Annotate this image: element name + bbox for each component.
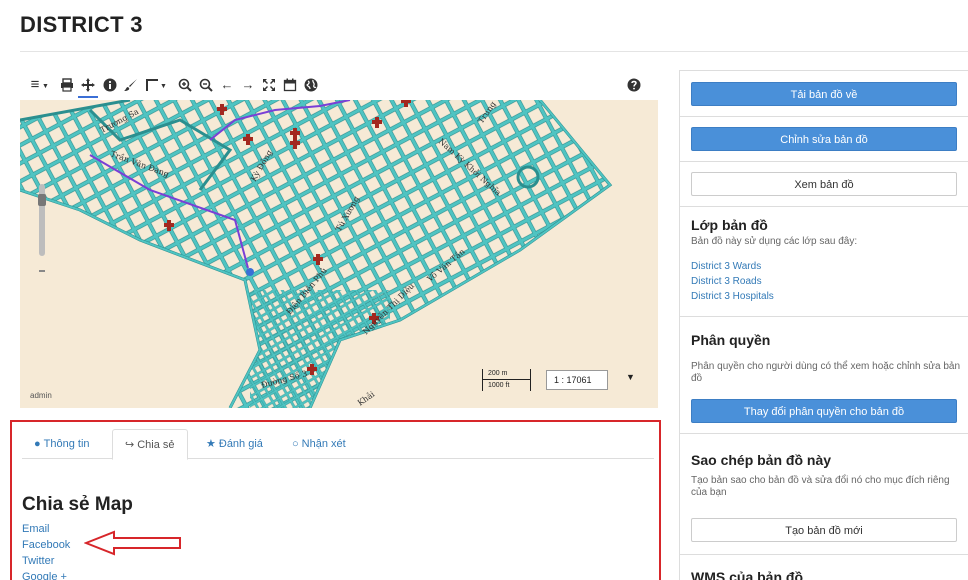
tab-label: Nhận xét: [301, 438, 346, 450]
scale-select[interactable]: 1 : 17061: [546, 370, 608, 390]
layer-link-roads[interactable]: District 3 Roads: [691, 276, 762, 287]
map-credit: admin: [30, 391, 52, 400]
download-map-button[interactable]: Tải bản đồ về: [691, 82, 957, 106]
tab-label: Đánh giá: [218, 438, 263, 450]
sidebar: Tải bản đồ về Chỉnh sửa bản đồ Xem bản đ…: [679, 70, 968, 580]
annotation-arrow-icon: [84, 530, 181, 556]
scale-bar: 200 m 1000 ft: [482, 368, 536, 392]
page-title: DISTRICT 3: [20, 12, 143, 37]
copy-heading: Sao chép bản đồ này: [691, 452, 832, 468]
measure-icon[interactable]: [145, 78, 159, 92]
map-canvas[interactable]: Trương Sa Trần Văn Đang Kỳ Đồng Tú Xương…: [20, 100, 658, 408]
fullscreen-icon[interactable]: [262, 78, 276, 92]
share-link-twitter[interactable]: Twitter: [22, 555, 54, 567]
scale-bottom-label: 1000 ft: [488, 382, 510, 389]
help-icon[interactable]: [627, 78, 641, 92]
share-panel: ● Thông tin ↪ Chia sẻ ★ Đánh giá ○ Nhận xét …: [10, 420, 661, 580]
star-icon: ★: [206, 438, 216, 450]
zoom-out-icon[interactable]: [199, 78, 213, 92]
zoom-in-icon[interactable]: [178, 78, 192, 92]
tab-label: Chia sẻ: [137, 439, 175, 451]
layers-heading: Lớp bản đồ: [691, 217, 768, 233]
sidebar-divider: [680, 316, 968, 317]
measure-caret-icon[interactable]: ▼: [160, 83, 167, 90]
pan-icon[interactable]: [78, 78, 98, 98]
back-icon[interactable]: ←: [220, 78, 234, 92]
zoom-slider-handle[interactable]: [38, 194, 46, 206]
map-toolbar: ≡ ▼ ▼ ← →: [24, 74, 654, 100]
view-map-button[interactable]: Xem bản đồ: [691, 172, 957, 196]
layers-description: Bản đồ này sử dụng các lớp sau đây:: [691, 236, 858, 247]
bookmark-icon[interactable]: [283, 78, 297, 92]
copy-description: Tạo bản sao cho bản đồ và sửa đổi nó cho…: [691, 475, 950, 498]
tab-info[interactable]: ● Thông tin: [22, 429, 102, 459]
tab-share[interactable]: ↪ Chia sẻ: [112, 429, 188, 460]
title-divider: [20, 51, 968, 52]
share-link-facebook[interactable]: Facebook: [22, 539, 70, 551]
tab-label: Thông tin: [43, 438, 90, 450]
edit-map-button[interactable]: Chỉnh sửa bản đồ: [691, 127, 957, 151]
sidebar-divider: [680, 206, 968, 207]
share-icon: ↪: [125, 439, 135, 451]
scale-top-label: 200 m: [488, 370, 508, 377]
tab-bar: ● Thông tin ↪ Chia sẻ ★ Đánh giá ○ Nhận xét: [22, 429, 654, 460]
permissions-description: Phân quyền cho người dùng có thể xem hoặ…: [691, 361, 961, 384]
zoom-minus-icon[interactable]: [39, 270, 45, 272]
menu-icon[interactable]: ≡: [28, 77, 42, 92]
sidebar-divider: [680, 116, 968, 117]
sidebar-divider: [680, 161, 968, 162]
scale-caret-icon[interactable]: ▼: [626, 372, 635, 382]
wms-heading: WMS của bản đồ: [691, 569, 803, 580]
share-link-email[interactable]: Email: [22, 523, 50, 535]
tab-rating[interactable]: ★ Đánh giá: [194, 429, 275, 459]
layer-link-wards[interactable]: District 3 Wards: [691, 261, 761, 272]
share-title: Chia sẻ Map: [22, 494, 133, 515]
sidebar-divider: [680, 554, 968, 555]
menu-caret-icon[interactable]: ▼: [42, 83, 49, 90]
sidebar-divider: [680, 433, 968, 434]
info-icon[interactable]: [103, 78, 117, 92]
road-network: Trương Sa Trần Văn Đang Kỳ Đồng Tú Xương…: [20, 100, 658, 408]
info-circle-icon: ●: [34, 438, 41, 450]
globe-icon[interactable]: [304, 78, 318, 92]
forward-icon[interactable]: →: [241, 78, 255, 92]
layer-link-hospitals[interactable]: District 3 Hospitals: [691, 291, 774, 302]
change-permissions-button[interactable]: Thay đổi phân quyền cho bản đồ: [691, 399, 957, 423]
share-link-google-plus[interactable]: Google +: [22, 571, 67, 580]
draw-icon[interactable]: [124, 78, 138, 92]
comment-icon: ○: [292, 438, 299, 450]
create-new-map-button[interactable]: Tạo bản đồ mới: [691, 518, 957, 542]
permissions-heading: Phân quyền: [691, 332, 771, 348]
print-icon[interactable]: [60, 78, 74, 92]
tab-comments[interactable]: ○ Nhận xét: [280, 429, 358, 459]
